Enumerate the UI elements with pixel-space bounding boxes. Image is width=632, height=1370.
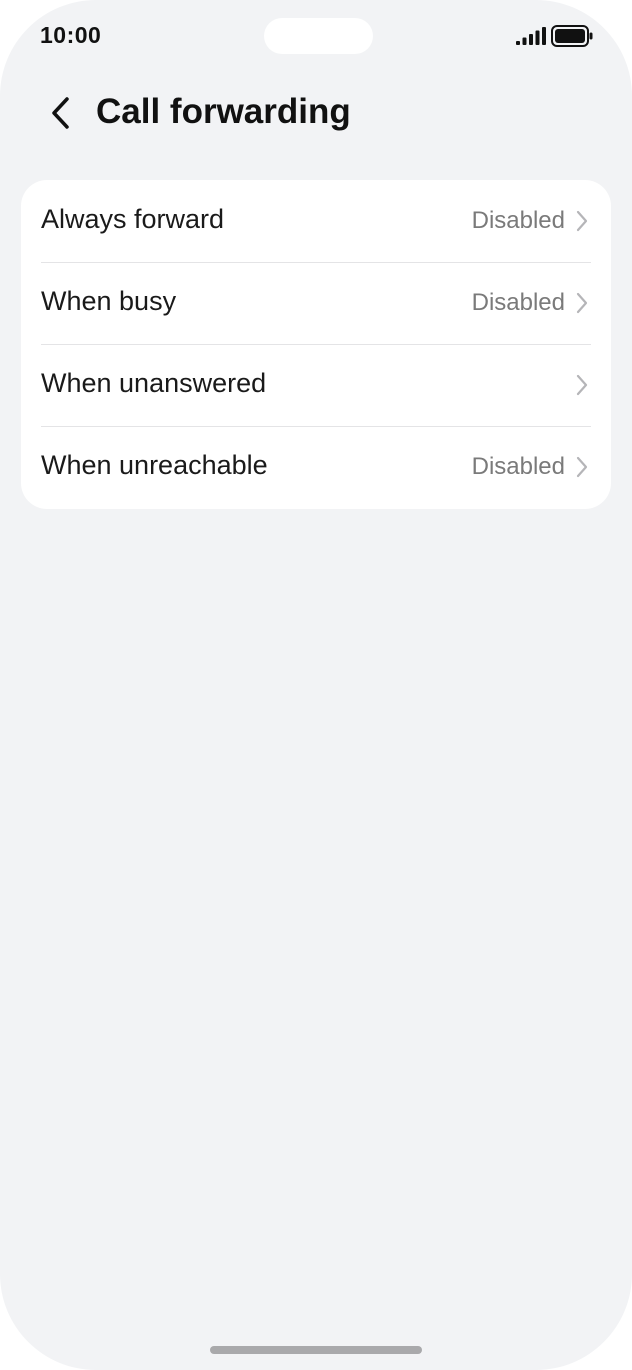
chevron-right-icon — [576, 456, 588, 478]
setting-value: Disabled — [471, 207, 565, 234]
status-time: 10:00 — [40, 22, 102, 48]
setting-label: When unreachable — [41, 450, 268, 480]
page-title: Call forwarding — [96, 92, 351, 131]
setting-value: Disabled — [471, 289, 565, 316]
setting-value: Disabled — [471, 453, 565, 480]
chevron-right-icon — [576, 210, 588, 232]
cellular-signal-icon — [516, 27, 546, 45]
setting-label: Always forward — [41, 204, 225, 234]
phone-screen: 10:00 Call forwarding Always forward Dis… — [0, 0, 632, 1370]
setting-row-when-unanswered[interactable]: When unanswered — [21, 344, 611, 426]
chevron-right-icon — [576, 374, 588, 396]
battery-full-icon — [551, 25, 593, 47]
settings-list: Always forward Disabled When busy Disabl… — [21, 180, 611, 509]
status-bar: 10:00 — [0, 0, 632, 72]
back-button[interactable] — [36, 88, 86, 138]
home-indicator[interactable] — [210, 1346, 422, 1354]
setting-row-when-unreachable[interactable]: When unreachable Disabled — [21, 426, 611, 508]
setting-row-always-forward[interactable]: Always forward Disabled — [21, 180, 611, 262]
chevron-left-icon — [52, 97, 69, 129]
chevron-right-icon — [576, 292, 588, 314]
setting-label: When unanswered — [41, 368, 267, 398]
setting-row-when-busy[interactable]: When busy Disabled — [21, 262, 611, 344]
header: Call forwarding — [0, 80, 632, 144]
setting-label: When busy — [41, 286, 177, 316]
dynamic-island — [264, 18, 373, 54]
